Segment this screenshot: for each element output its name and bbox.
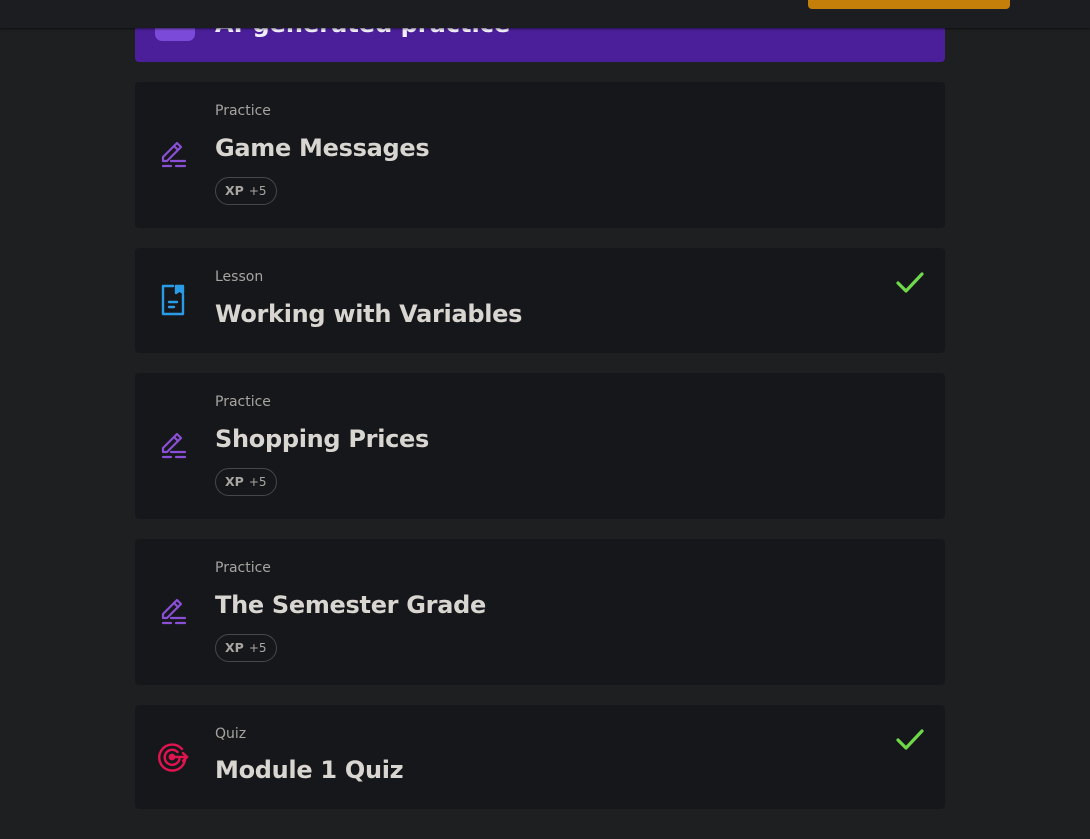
xp-badge: XP +5 bbox=[215, 634, 277, 662]
course-item-practice[interactable]: Practice The Semester Grade XP +5 bbox=[135, 539, 945, 685]
course-item-practice[interactable]: Practice Shopping Prices XP +5 bbox=[135, 373, 945, 519]
item-title: Working with Variables bbox=[215, 300, 523, 328]
top-header-bar bbox=[0, 0, 1090, 28]
xp-badge: XP +5 bbox=[215, 177, 277, 205]
completed-check-icon bbox=[895, 270, 925, 296]
xp-label: XP bbox=[225, 183, 244, 198]
item-type-label: Practice bbox=[215, 103, 271, 119]
header-action-button[interactable] bbox=[808, 0, 1010, 9]
item-type-label: Practice bbox=[215, 560, 271, 576]
xp-label: XP bbox=[225, 474, 244, 489]
lesson-document-icon bbox=[157, 283, 191, 317]
completed-check-icon bbox=[895, 727, 925, 753]
item-title: Module 1 Quiz bbox=[215, 756, 404, 784]
item-type-label: Quiz bbox=[215, 726, 247, 742]
xp-value: +5 bbox=[248, 475, 267, 489]
xp-value: +5 bbox=[248, 184, 267, 198]
course-item-quiz[interactable]: Quiz Module 1 Quiz bbox=[135, 705, 945, 809]
pencil-edit-icon bbox=[157, 594, 191, 628]
item-title: Shopping Prices bbox=[215, 425, 430, 453]
item-title: The Semester Grade bbox=[215, 591, 486, 619]
course-item-practice[interactable]: Practice Game Messages XP +5 bbox=[135, 82, 945, 228]
xp-label: XP bbox=[225, 640, 244, 655]
item-title: Game Messages bbox=[215, 134, 430, 162]
pencil-edit-icon bbox=[157, 137, 191, 171]
item-type-label: Practice bbox=[215, 394, 271, 410]
target-icon bbox=[157, 740, 191, 774]
xp-badge: XP +5 bbox=[215, 468, 277, 496]
course-item-lesson[interactable]: Lesson Working with Variables bbox=[135, 248, 945, 353]
xp-value: +5 bbox=[248, 641, 267, 655]
item-type-label: Lesson bbox=[215, 269, 264, 285]
pencil-edit-icon bbox=[157, 428, 191, 462]
